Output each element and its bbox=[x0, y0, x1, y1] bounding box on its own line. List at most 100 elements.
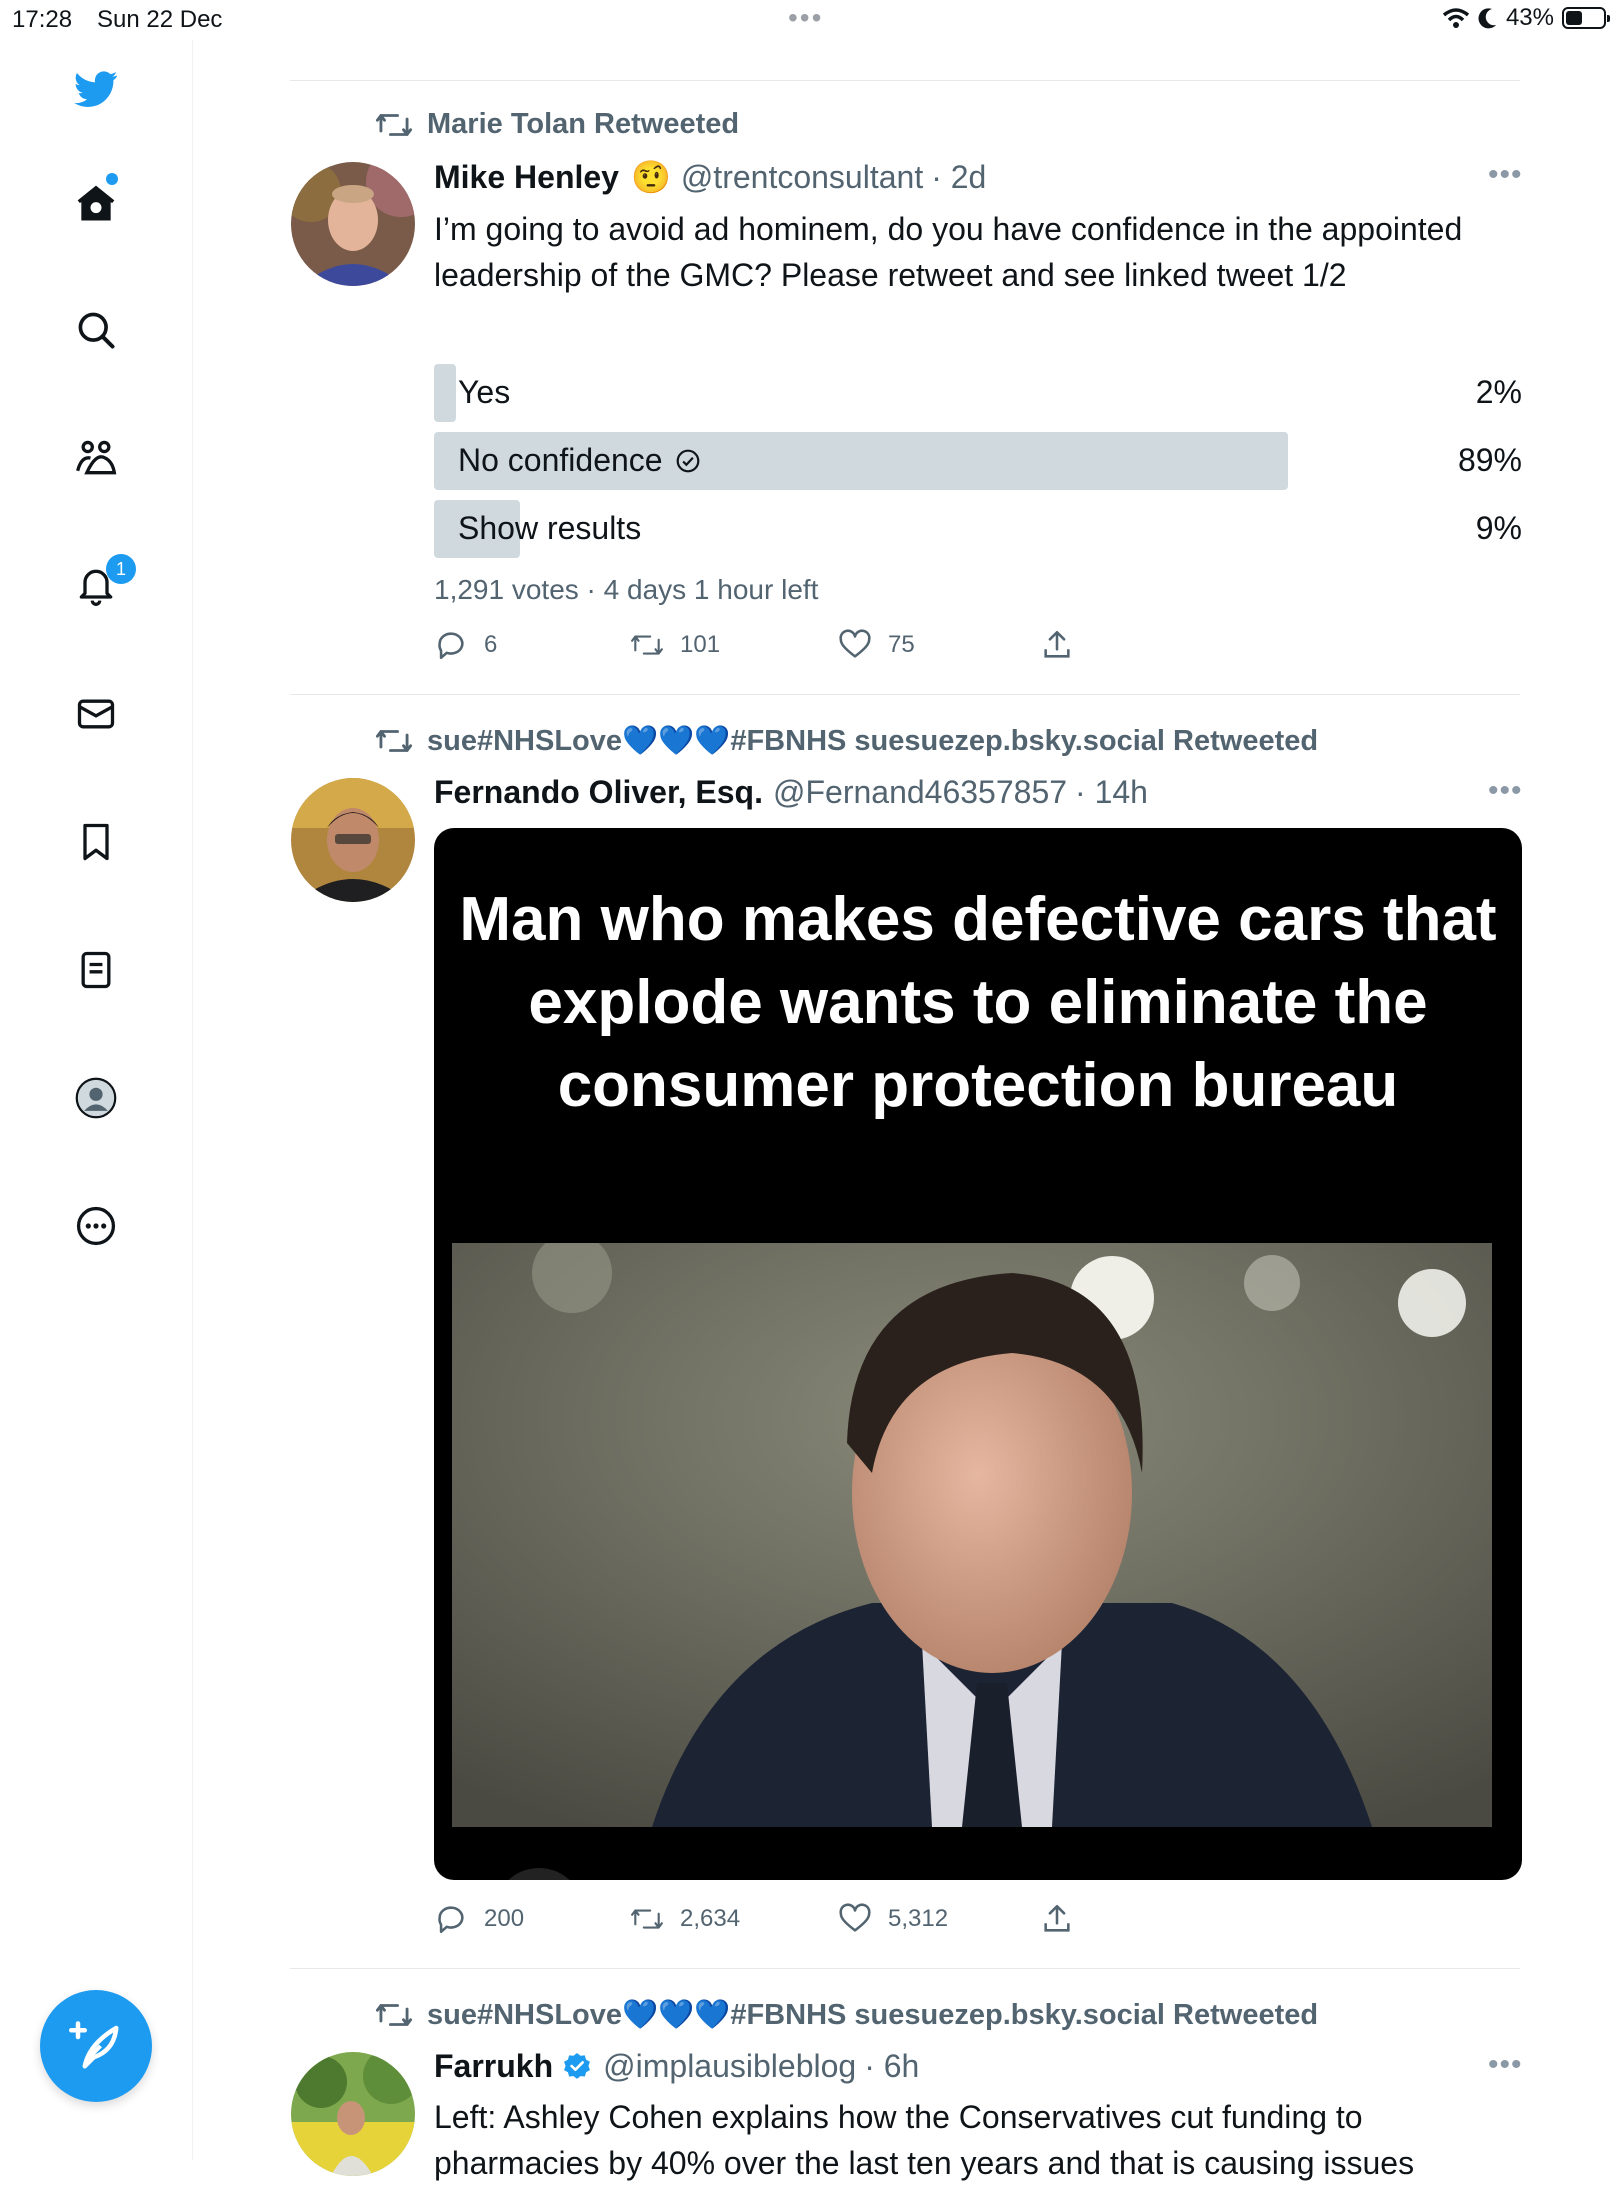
poll-meta: 1,291 votes · 4 days 1 hour left bbox=[434, 574, 819, 605]
verified-badge-icon bbox=[564, 2052, 591, 2079]
like-count: 75 bbox=[888, 631, 915, 658]
share-button[interactable] bbox=[1040, 1902, 1074, 1936]
reply-count: 200 bbox=[484, 1905, 525, 1932]
retweeted-by-label: sue#NHSLove💙💙💙#FBNHS suesuezep.bsky.soci… bbox=[427, 1999, 1319, 2031]
author-emoji: 🤨 bbox=[630, 159, 671, 195]
communities-icon bbox=[76, 440, 117, 475]
retweet-button[interactable]: 101 bbox=[630, 628, 720, 662]
sidebar: 1 bbox=[0, 40, 193, 2160]
poll-percent: 2% bbox=[1475, 374, 1522, 410]
moon-icon bbox=[1478, 8, 1496, 29]
battery-icon bbox=[1562, 7, 1610, 29]
notifications-badge: 1 bbox=[106, 554, 136, 584]
retweet-icon bbox=[631, 635, 663, 655]
avatar[interactable] bbox=[291, 162, 415, 286]
tweet-divider bbox=[290, 1968, 1520, 1969]
nav-messages[interactable] bbox=[60, 678, 132, 750]
image-caption: Man who makes defective cars that explod… bbox=[459, 885, 1497, 1120]
reply-icon bbox=[438, 632, 464, 660]
status-time: 17:28 bbox=[12, 6, 73, 33]
reply-icon bbox=[438, 1906, 464, 1934]
visual-search-button[interactable] bbox=[494, 1868, 584, 1880]
retweet-icon bbox=[375, 2004, 413, 2026]
poll-option-label: Yes bbox=[458, 374, 511, 410]
reply-count: 6 bbox=[484, 631, 498, 658]
like-button[interactable]: 5,312 bbox=[838, 1902, 948, 1936]
nav-communities[interactable] bbox=[60, 422, 132, 494]
tweet-more-button[interactable]: ••• bbox=[1488, 774, 1523, 808]
profile-avatar-icon bbox=[75, 1077, 117, 1119]
tweet-image[interactable]: Man who makes defective cars that explod… bbox=[434, 828, 1522, 1880]
poll-option-yes: Yes 2% bbox=[434, 364, 1522, 422]
compose-tweet-button[interactable] bbox=[40, 1990, 152, 2102]
tweet-more-button[interactable]: ••• bbox=[1488, 158, 1523, 192]
home-icon bbox=[77, 185, 115, 221]
poll-percent: 9% bbox=[1475, 510, 1522, 546]
portrait-photo bbox=[452, 1243, 1492, 1827]
retweet-count: 101 bbox=[680, 631, 721, 658]
multitasking-dots[interactable]: ••• bbox=[788, 2, 823, 34]
retweet-context[interactable]: sue#NHSLove💙💙💙#FBNHS suesuezep.bsky.soci… bbox=[375, 1998, 1318, 2032]
search-icon bbox=[78, 312, 115, 349]
retweet-context[interactable]: Marie Tolan Retweeted bbox=[375, 108, 739, 141]
retweet-count: 2,634 bbox=[680, 1905, 741, 1932]
bookmark-icon bbox=[83, 823, 109, 861]
nav-home[interactable] bbox=[60, 168, 132, 240]
retweet-button[interactable]: 2,634 bbox=[630, 1902, 740, 1936]
tweet-text: I’m going to avoid ad hominem, do you ha… bbox=[434, 211, 1463, 293]
nav-bookmarks[interactable] bbox=[60, 806, 132, 878]
reply-button[interactable]: 6 bbox=[434, 628, 497, 662]
share-icon bbox=[1044, 1904, 1070, 1932]
author-name[interactable]: Mike Henley bbox=[434, 159, 619, 196]
tweet-time[interactable]: · 14h bbox=[1075, 774, 1148, 811]
avatar[interactable] bbox=[291, 778, 415, 902]
author-handle[interactable]: @Fernand46357857 bbox=[773, 774, 1067, 811]
poll-option-no-confidence: No confidence 89% bbox=[434, 432, 1522, 490]
retweeted-by-label: sue#NHSLove💙💙💙#FBNHS suesuezep.bsky.soci… bbox=[427, 725, 1319, 757]
nav-more[interactable] bbox=[60, 1190, 132, 1262]
status-date: Sun 22 Dec bbox=[97, 6, 223, 33]
avatar[interactable] bbox=[291, 2052, 415, 2176]
tweet-more-button[interactable]: ••• bbox=[1488, 2048, 1523, 2082]
poll-option-label: Show results bbox=[458, 510, 642, 546]
heart-icon bbox=[839, 1903, 871, 1932]
home-unread-dot bbox=[106, 173, 118, 185]
tweet-divider bbox=[290, 694, 1520, 695]
author-name[interactable]: Farrukh bbox=[434, 2048, 553, 2085]
author-handle[interactable]: @trentconsultant bbox=[681, 159, 923, 196]
like-button[interactable]: 75 bbox=[838, 628, 915, 662]
tweet-time[interactable]: · 2d bbox=[931, 159, 986, 196]
retweet-context[interactable]: sue#NHSLove💙💙💙#FBNHS suesuezep.bsky.soci… bbox=[375, 724, 1318, 758]
retweeted-by-label: Marie Tolan Retweeted bbox=[427, 108, 740, 140]
tweet-divider bbox=[290, 80, 1520, 81]
mail-icon bbox=[77, 699, 115, 729]
wifi-icon bbox=[1442, 8, 1470, 28]
tweet-header: Farrukh @implausibleblog · 6h bbox=[434, 2048, 919, 2085]
retweet-icon bbox=[375, 113, 413, 136]
list-icon bbox=[81, 951, 111, 989]
poll-option-show-results: Show results 9% bbox=[434, 500, 1522, 558]
author-handle[interactable]: @implausibleblog bbox=[603, 2048, 856, 2085]
tweet-text: Left: Ashley Cohen explains how the Cons… bbox=[434, 2099, 1415, 2181]
retweet-icon bbox=[631, 1909, 663, 1929]
nav-lists[interactable] bbox=[60, 934, 132, 1006]
poll-option-label: No confidence bbox=[458, 442, 663, 478]
like-count: 5,312 bbox=[888, 1905, 949, 1932]
nav-profile[interactable] bbox=[60, 1062, 132, 1134]
share-icon bbox=[1044, 630, 1070, 658]
tweet-actions: 6 101 75 bbox=[434, 628, 1134, 668]
poll-bar bbox=[434, 364, 456, 422]
status-indicators: 43% bbox=[1442, 4, 1610, 32]
share-button[interactable] bbox=[1040, 628, 1074, 662]
nav-explore[interactable] bbox=[60, 294, 132, 366]
heart-icon bbox=[839, 629, 871, 658]
poll-percent: 89% bbox=[1457, 442, 1522, 478]
battery-percent: 43% bbox=[1505, 4, 1554, 31]
tweet-time[interactable]: · 6h bbox=[864, 2048, 919, 2085]
twitter-logo-icon[interactable] bbox=[60, 53, 132, 125]
more-circle-icon bbox=[76, 1206, 116, 1246]
compose-feather-icon bbox=[69, 2021, 119, 2069]
reply-button[interactable]: 200 bbox=[434, 1902, 524, 1936]
status-bar: 17:28 Sun 22 Dec ••• 43% bbox=[0, 0, 1620, 40]
author-name[interactable]: Fernando Oliver, Esq. bbox=[434, 774, 763, 811]
